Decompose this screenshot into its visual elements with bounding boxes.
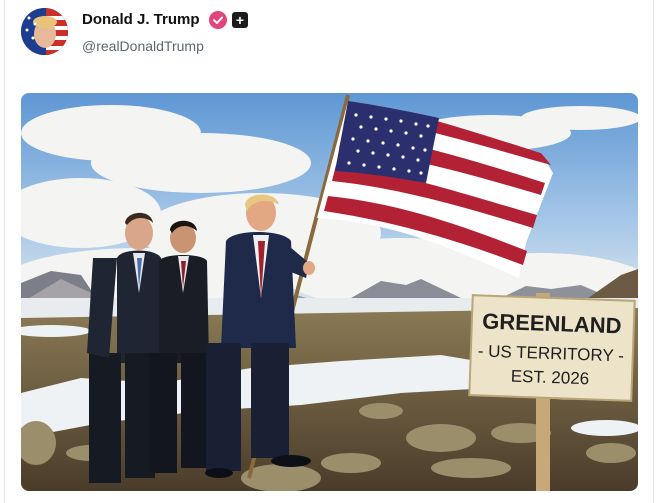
avatar[interactable] bbox=[21, 8, 68, 55]
avatar-image bbox=[21, 8, 68, 55]
user-handle[interactable]: @realDonaldTrump bbox=[82, 38, 204, 54]
post-image[interactable]: GREENLAND - US TERRITORY - EST. 2026 bbox=[21, 93, 638, 491]
verified-badge-icon bbox=[209, 11, 227, 29]
greenland-scene: GREENLAND - US TERRITORY - EST. 2026 bbox=[21, 93, 638, 491]
sign-line3: EST. 2026 bbox=[510, 367, 589, 389]
display-name[interactable]: Donald J. Trump bbox=[82, 11, 200, 28]
sign-line1: GREENLAND bbox=[482, 309, 622, 339]
follow-button[interactable]: + bbox=[232, 12, 248, 28]
post-header: Donald J. Trump + @realDonaldTrump bbox=[0, 0, 658, 82]
